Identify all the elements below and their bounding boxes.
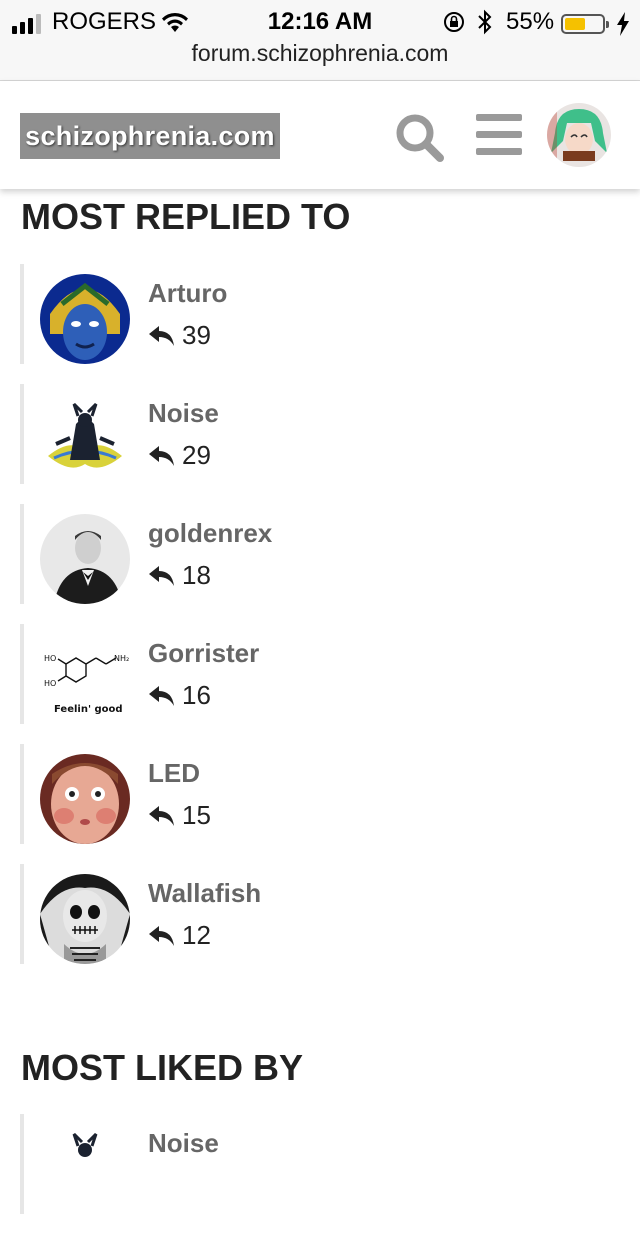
charging-icon bbox=[617, 12, 629, 36]
list-item[interactable]: Noise bbox=[20, 1114, 620, 1214]
reply-icon bbox=[149, 925, 174, 946]
svg-text:HO: HO bbox=[44, 679, 56, 688]
reply-count: 39 bbox=[148, 320, 211, 351]
ios-status-bar: ROGERS 12:16 AM 55% forum.schizophrenia.… bbox=[0, 0, 640, 81]
reply-count-value: 12 bbox=[182, 920, 211, 950]
username[interactable]: Arturo bbox=[148, 278, 227, 309]
dark-creature-avatar[interactable] bbox=[40, 1124, 130, 1214]
address-bar-url[interactable]: forum.schizophrenia.com bbox=[0, 40, 640, 67]
username[interactable]: Noise bbox=[148, 398, 219, 429]
list-item[interactable]: LED 15 bbox=[20, 744, 620, 844]
most-liked-title: MOST LIKED BY bbox=[21, 1047, 304, 1088]
masked-figure-avatar[interactable] bbox=[40, 274, 130, 364]
site-header: schizophrenia.com bbox=[0, 81, 640, 189]
list-item[interactable]: Arturo 39 bbox=[20, 264, 620, 364]
list-item[interactable]: HO HO NH₂ Feelin' good Gorrister 16 bbox=[20, 624, 620, 724]
reply-icon bbox=[149, 565, 174, 586]
reply-icon bbox=[149, 445, 174, 466]
battery-percent: 55% bbox=[506, 8, 555, 35]
site-logo[interactable]: schizophrenia.com bbox=[20, 113, 280, 159]
reply-count-value: 15 bbox=[182, 800, 211, 830]
most-replied-title: MOST REPLIED TO bbox=[21, 196, 351, 237]
reply-count: 15 bbox=[148, 800, 211, 831]
avatar-caption: Feelin' good bbox=[54, 704, 123, 715]
svg-text:HO: HO bbox=[44, 654, 56, 663]
username[interactable]: LED bbox=[148, 758, 200, 789]
reply-count: 12 bbox=[148, 920, 211, 951]
reply-count-value: 29 bbox=[182, 440, 211, 470]
rotation-lock-icon bbox=[444, 12, 464, 32]
username[interactable]: Gorrister bbox=[148, 638, 259, 669]
skeletal-giant-avatar[interactable] bbox=[40, 874, 130, 964]
reply-icon bbox=[149, 325, 174, 346]
username[interactable]: Wallafish bbox=[148, 878, 261, 909]
most-liked-list: Noise bbox=[20, 1114, 620, 1234]
reply-icon bbox=[149, 805, 174, 826]
svg-text:NH₂: NH₂ bbox=[114, 654, 129, 663]
reply-count-value: 16 bbox=[182, 680, 211, 710]
reply-count: 29 bbox=[148, 440, 211, 471]
dark-creature-avatar[interactable] bbox=[40, 394, 130, 484]
list-item[interactable]: Noise 29 bbox=[20, 384, 620, 484]
list-item[interactable]: Wallafish 12 bbox=[20, 864, 620, 964]
bluetooth-icon bbox=[478, 9, 492, 35]
reply-count: 18 bbox=[148, 560, 211, 591]
dopamine-molecule-avatar[interactable]: HO HO NH₂ Feelin' good bbox=[40, 634, 130, 724]
username[interactable]: Noise bbox=[148, 1128, 219, 1159]
search-icon[interactable] bbox=[393, 111, 445, 163]
current-user-avatar[interactable] bbox=[547, 103, 611, 167]
list-item[interactable]: goldenrex 18 bbox=[20, 504, 620, 604]
battery-icon bbox=[561, 14, 609, 34]
puffed-cheeks-face-avatar[interactable] bbox=[40, 754, 130, 844]
man-in-tuxedo-avatar[interactable] bbox=[40, 514, 130, 604]
most-replied-list: Arturo 39 Noise 29 goldenrex 18 HO HO NH… bbox=[20, 264, 620, 984]
reply-count: 16 bbox=[148, 680, 211, 711]
username[interactable]: goldenrex bbox=[148, 518, 272, 549]
reply-icon bbox=[149, 685, 174, 706]
reply-count-value: 39 bbox=[182, 320, 211, 350]
reply-count-value: 18 bbox=[182, 560, 211, 590]
menu-icon[interactable] bbox=[476, 114, 522, 156]
